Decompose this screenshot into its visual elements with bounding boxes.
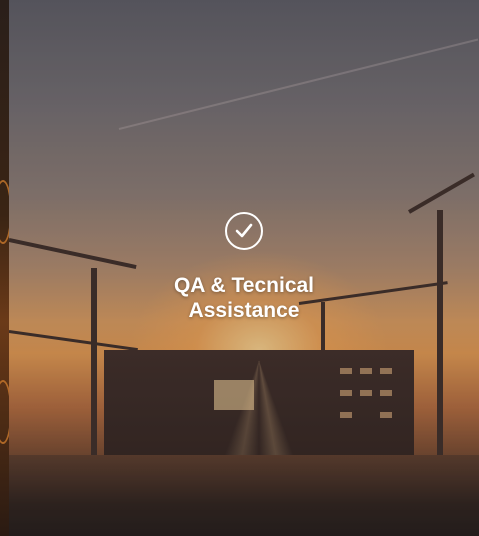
page: QA & Tecnical Assistance — [0, 0, 479, 536]
feature-block: QA & Tecnical Assistance — [9, 212, 479, 323]
service-card[interactable]: QA & Tecnical Assistance — [9, 0, 479, 536]
feature-title-line1: QA & Tecnical — [173, 274, 315, 297]
adjacent-card-edge — [0, 0, 12, 536]
check-circle-icon — [225, 212, 263, 250]
feature-title-line2: Assistance — [188, 299, 300, 322]
feature-title: QA & Tecnical Assistance — [9, 273, 479, 323]
